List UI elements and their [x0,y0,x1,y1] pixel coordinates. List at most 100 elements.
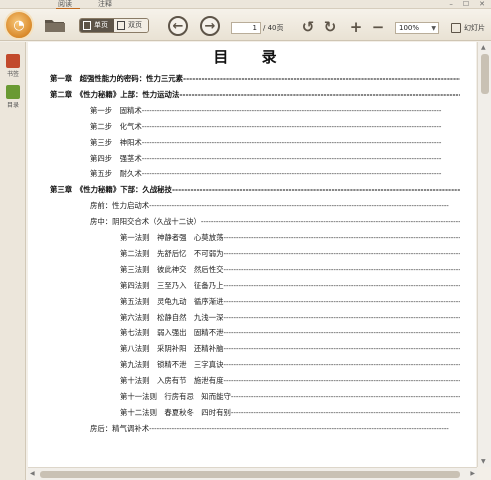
toc-entry[interactable]: 第一章 超强性能力的密码：性力三元素----------------------… [50,73,460,85]
toc-entry[interactable]: 第四步 强茎术---------------------------------… [90,153,460,165]
tab-strip: 阅读 注释 – ☐ ✕ [0,0,491,9]
window-controls: – ☐ ✕ [449,0,485,9]
toc-leader-dashes: ----------------------------------------… [141,169,442,179]
toc-entry[interactable]: 第八法则 采阴补阳 还精补脑--------------------------… [120,343,460,355]
single-page-label: 单页 [94,21,108,29]
toc-entry[interactable]: 第二法则 先舒后忆 不可弱为--------------------------… [120,248,460,260]
app-logo-icon[interactable]: ◔ [4,10,34,40]
toc-entry-text: 第三章 《性力秘籍》下部：久战秘技 [50,185,172,195]
rotate-left-icon[interactable]: ↺ [300,19,316,35]
toc-leader-dashes: ----------------------------------------… [141,153,442,163]
rotate-right-icon[interactable]: ↻ [322,19,338,35]
toc-entry[interactable]: 第三法则 彼此神交 然后性交--------------------------… [120,264,460,276]
horizontal-scrollbar[interactable]: ◀ ▶ [28,467,477,480]
toc-entry-text: 第一章 超强性能力的密码：性力三元素 [50,74,184,83]
toc-leader-dashes: ----------------------------------------… [223,344,460,354]
page-total: / 40页 [263,24,284,32]
chevron-down-icon: ▼ [431,25,436,32]
toc-leader-dashes: ----------------------------------------… [230,392,460,401]
scroll-up-icon[interactable]: ▲ [481,44,486,51]
toc-leader-dashes: ----------------------------------------… [223,296,460,306]
toc-leader-dashes: ----------------------------------------… [223,328,460,338]
toc-leader-dashes: ----------------------------------------… [223,312,460,322]
scroll-left-icon[interactable]: ◀ [30,470,35,477]
toc-entry[interactable]: 房后：精气调补术--------------------------------… [90,423,460,435]
page-number-input[interactable]: 1 [231,22,261,34]
sidebar-item-label: 书签 [6,71,19,78]
minimize-icon[interactable]: – [449,0,453,9]
toc-entry-text: 第八法则 采阴补阳 还精补脑 [120,344,224,354]
toc-entry-text: 房前：性力启动术 [90,201,150,211]
toc-entry-text: 第四步 强茎术 [90,153,142,163]
sidebar: 书签 目录 [0,42,26,480]
toc-entry-text: 第二步 化气术 [90,121,142,131]
sidebar-item-bookmarks[interactable]: 书签 [3,54,23,78]
toc-leader-dashes: ----------------------------------------… [223,376,460,386]
zoom-out-icon[interactable]: − [370,19,386,35]
toc-entry-text: 第三步 神阳术 [90,137,142,147]
toolbar: ◔ 单页 双页 ← → 1 / 40页 ↺ ↻ + − 100% ▼ 幻灯片 [0,9,491,41]
zoom-select[interactable]: 100% ▼ [395,22,439,34]
page-title: 目 录 [213,48,291,66]
toc-entry[interactable]: 房前：性力启动术--------------------------------… [90,200,460,212]
toc-leader-dashes: ----------------------------------------… [149,201,449,211]
toc-entry-text: 第二章 《性力秘籍》上部：性力运动法 [50,89,180,99]
toc-entry-text: 房中：阴阳交合术（久战十二诀） [90,217,201,227]
horizontal-scroll-thumb[interactable] [40,471,460,478]
slideshow-label: 幻灯片 [464,24,485,32]
bookmark-icon [6,54,20,68]
double-page-label: 双页 [128,21,142,29]
close-icon[interactable]: ✕ [479,0,485,9]
scroll-down-icon[interactable]: ▼ [481,458,486,465]
toc-leader-dashes: ----------------------------------------… [183,74,460,83]
toc-entry[interactable]: 第一步 固精术---------------------------------… [90,105,460,117]
toc-entry[interactable]: 第七法则 弱入强出 固精不泄--------------------------… [120,327,460,339]
sidebar-item-label: 目录 [6,102,19,109]
zoom-in-icon[interactable]: + [348,19,364,35]
vertical-scroll-thumb[interactable] [481,54,489,94]
toc-entry[interactable]: 第四法则 三至乃入 征备乃上--------------------------… [120,280,460,292]
toc-entry[interactable]: 第九法则 锁精不泄 三字真诀--------------------------… [120,359,460,371]
next-page-icon[interactable]: → [200,16,220,36]
page-mode-toggle: 单页 双页 [79,18,149,33]
vertical-scrollbar[interactable]: ▲ ▼ [477,42,491,467]
toc-entry[interactable]: 第十二法则 春夏秋冬 四时有别-------------------------… [120,407,460,419]
toc-entry[interactable]: 第二步 化气术---------------------------------… [90,121,460,133]
toc-leader-dashes: ----------------------------------------… [223,280,460,290]
toc-leader-dashes: ----------------------------------------… [179,89,460,99]
toc-leader-dashes: ----------------------------------------… [141,121,442,131]
toc-entry[interactable]: 第六法则 松静自然 九浅一深--------------------------… [120,312,460,324]
toc-leader-dashes: ----------------------------------------… [141,105,442,115]
zoom-value: 100% [399,24,420,32]
single-page-button[interactable]: 单页 [80,19,114,32]
toc-entry-text: 第六法则 松静自然 九浅一深 [120,312,224,322]
toc-entry-text: 第十二法则 春夏秋冬 四时有别 [120,407,231,417]
toc-entry[interactable]: 第一法则 神静者强 心莫放荡--------------------------… [120,232,460,244]
slideshow-icon [451,23,461,33]
toc-entry[interactable]: 房中：阴阳交合术（久战十二诀）-------------------------… [90,216,460,228]
toc-entry[interactable]: 第五步 耐久术---------------------------------… [90,168,460,180]
toc-entry-text: 房后：精气调补术 [90,423,150,433]
toc-entry[interactable]: 第五法则 灵龟九动 循序渐进--------------------------… [120,296,460,308]
open-folder-icon[interactable] [44,17,66,33]
toc-entry[interactable]: 第十法则 入房有节 施泄有度--------------------------… [120,375,460,387]
toc-leader-dashes: ----------------------------------------… [223,233,460,242]
previous-page-icon[interactable]: ← [168,16,188,36]
scroll-right-icon[interactable]: ▶ [470,470,475,477]
maximize-icon[interactable]: ☐ [463,0,469,9]
toc-leader-dashes: ----------------------------------------… [141,137,442,147]
toc-entry-text: 第五步 耐久术 [90,169,142,179]
double-page-button[interactable]: 双页 [114,19,148,32]
toc-entry[interactable]: 第三章 《性力秘籍》下部：久战秘技-----------------------… [50,184,460,196]
slideshow-button[interactable]: 幻灯片 [451,20,485,36]
toc-leader-dashes: ----------------------------------------… [149,423,449,433]
toc-entry-text: 第九法则 锁精不泄 三字真诀 [120,360,224,370]
toc-entry[interactable]: 第三步 神阳术---------------------------------… [90,137,460,149]
toc-entry[interactable]: 第二章 《性力秘籍》上部：性力运动法----------------------… [50,89,460,101]
toc-leader-dashes: ----------------------------------------… [230,407,460,417]
document-page: 目 录 第一章 超强性能力的密码：性力三元素------------------… [28,42,476,467]
sidebar-item-toc[interactable]: 目录 [3,85,23,109]
single-page-icon [83,21,91,30]
toc-entry[interactable]: 第十一法则 行房有忌 知而能守-------------------------… [120,391,460,403]
tab-annotate[interactable]: 注释 [98,0,112,9]
